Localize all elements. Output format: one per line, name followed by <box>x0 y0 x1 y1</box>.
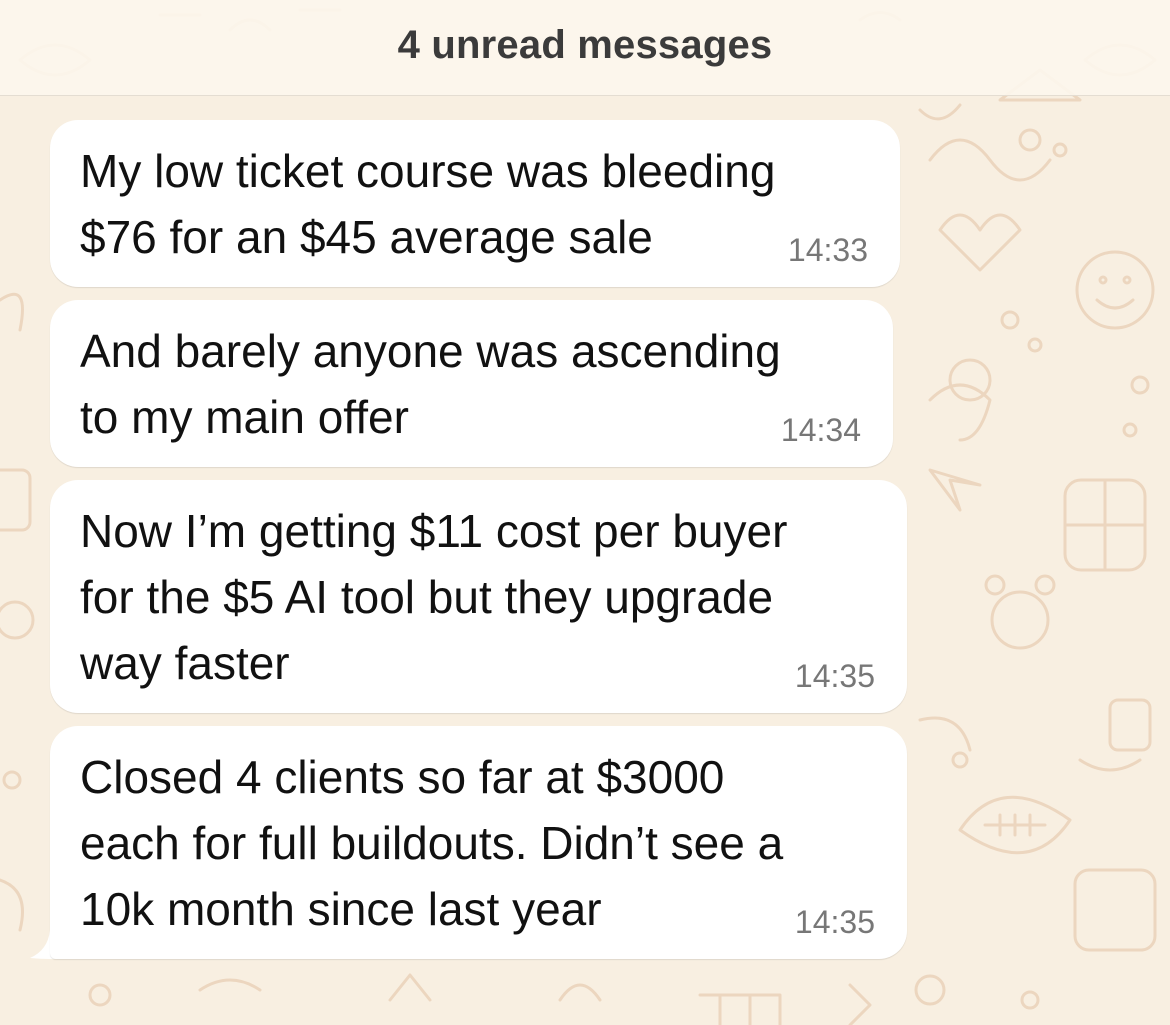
message-bubble[interactable]: And barely anyone was ascending to my ma… <box>50 300 893 467</box>
message-timestamp: 14:33 <box>787 232 868 268</box>
smiley-doodle-icon <box>1075 250 1155 330</box>
paw-doodle-icon <box>990 590 1050 650</box>
box-doodle-icon <box>1073 868 1157 952</box>
message-bubble[interactable]: Now I’m getting $11 cost per buyer for t… <box>50 480 907 713</box>
smile-doodle-icon <box>1095 298 1135 310</box>
message-timestamp: 14:35 <box>794 904 875 940</box>
message-text: My low ticket course was bleeding $76 fo… <box>80 145 776 263</box>
heart-doodle-icon <box>938 213 1022 272</box>
message-text: Now I’m getting $11 cost per buyer for t… <box>80 505 788 689</box>
message-text: Closed 4 clients so far at $3000 each fo… <box>80 751 784 935</box>
keyboard-doodle-icon <box>698 993 782 1025</box>
unread-messages-banner: 4 unread messages <box>0 0 1170 96</box>
unread-count-label: 4 unread messages <box>397 23 773 67</box>
message-timestamp: 14:35 <box>794 658 875 694</box>
lock-doodle-icon <box>948 358 992 402</box>
message-bubble[interactable]: My low ticket course was bleeding $76 fo… <box>50 120 900 287</box>
lightning-doodle-icon <box>928 468 982 512</box>
message-text: And barely anyone was ascending to my ma… <box>80 325 781 443</box>
message-timestamp: 14:34 <box>780 412 861 448</box>
message-bubble[interactable]: Closed 4 clients so far at $3000 each fo… <box>50 726 907 959</box>
